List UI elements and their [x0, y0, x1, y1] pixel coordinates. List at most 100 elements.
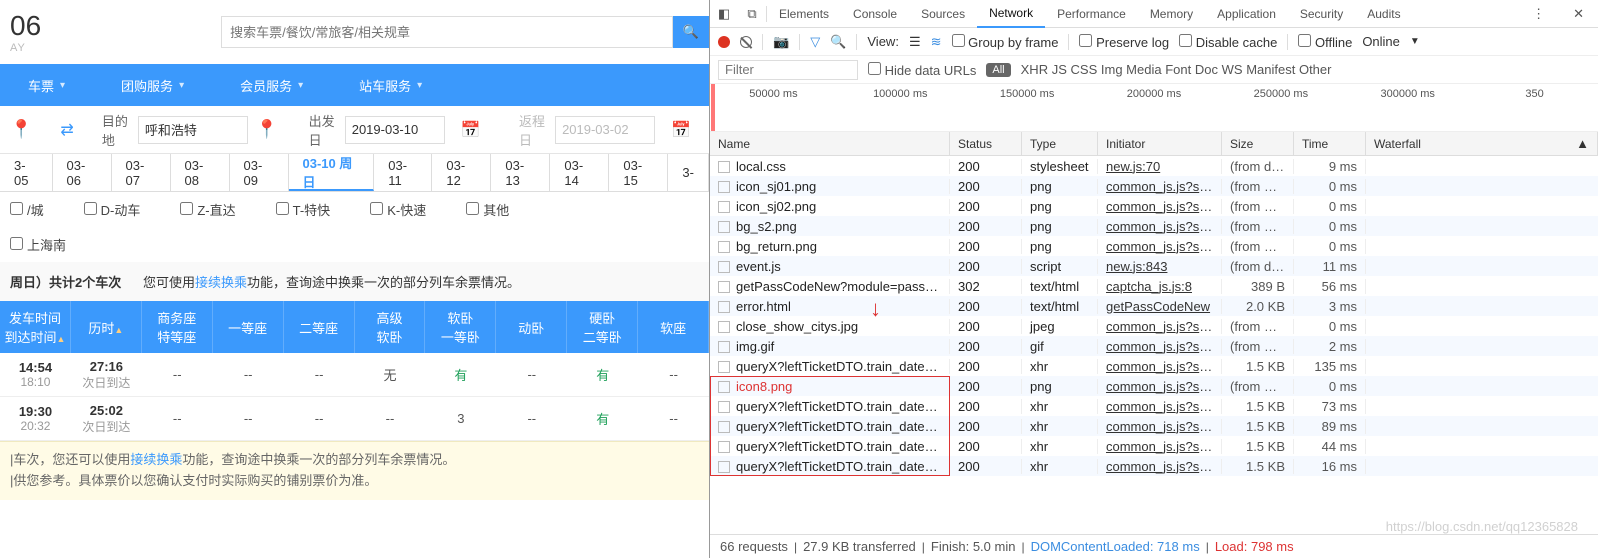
date-tab[interactable]: 03-06 [53, 154, 112, 191]
filter-checkbox[interactable]: T-特快 [276, 200, 331, 219]
column-header[interactable]: 高级软卧 [355, 301, 426, 353]
date-tab[interactable]: 03-07 [112, 154, 171, 191]
calendar-icon[interactable]: 📅 [453, 120, 489, 140]
device-icon[interactable]: ⧉ [738, 6, 766, 22]
network-request-row[interactable]: icon_sj02.png 200 png common_js.js?scri.… [710, 196, 1598, 216]
overview-icon[interactable]: ≋ [931, 34, 942, 50]
date-tab[interactable]: 03-10 周日 [289, 154, 375, 191]
swap-icon[interactable]: ⇄ [40, 120, 93, 140]
devtools-panel-tab[interactable]: Sources [909, 0, 977, 28]
throttle-select[interactable]: Online [1362, 34, 1400, 49]
column-header[interactable]: 发车时间到达时间▲ [0, 301, 71, 353]
network-request-row[interactable]: queryX?leftTicketDTO.train_date=201... 2… [710, 456, 1598, 476]
transfer-link[interactable]: 接续换乘 [195, 275, 247, 290]
date-tab[interactable]: 03-15 [609, 154, 668, 191]
search-icon[interactable]: 🔍 [830, 34, 846, 50]
devtools-panel-tab[interactable]: Memory [1138, 0, 1205, 28]
search-input[interactable] [221, 16, 673, 48]
devtools-panel-tab[interactable]: Performance [1045, 0, 1138, 28]
network-request-row[interactable]: close_show_citys.jpg 200 jpeg common_js.… [710, 316, 1598, 336]
network-request-row[interactable]: local.css 200 stylesheet new.js:70 (from… [710, 156, 1598, 176]
devtools-panel-tab[interactable]: Security [1288, 0, 1355, 28]
network-request-row[interactable]: icon_sj01.png 200 png common_js.js?scri.… [710, 176, 1598, 196]
train-row[interactable]: 14:5418:1027:16次日到达------无有--有-- [0, 353, 709, 397]
preserve-log-checkbox[interactable]: Preserve log [1079, 34, 1169, 50]
date-tab[interactable]: 03-13 [491, 154, 550, 191]
filter-checkbox[interactable]: Z-直达 [180, 200, 235, 219]
nav-item[interactable]: 车票 ▾ [0, 64, 93, 106]
filter-checkbox[interactable]: D-动车 [84, 200, 141, 219]
grid-header[interactable]: Initiator [1098, 132, 1222, 155]
grid-header[interactable]: Time [1294, 132, 1366, 155]
date-tab[interactable]: 3- [668, 154, 709, 191]
filter-category[interactable]: JS [1052, 62, 1067, 77]
filter-category[interactable]: Manifest [1246, 62, 1295, 77]
large-rows-icon[interactable]: ☰ [909, 34, 921, 50]
date-tab[interactable]: 03-08 [171, 154, 230, 191]
network-request-row[interactable]: bg_s2.png 200 png common_js.js?scri... (… [710, 216, 1598, 236]
search-button[interactable]: 🔍 [673, 16, 709, 48]
network-request-row[interactable]: getPassCodeNew?module=passenge... 302 te… [710, 276, 1598, 296]
dest-input[interactable] [138, 116, 248, 144]
filter-icon[interactable]: ▽ [810, 34, 820, 50]
ret-date-input[interactable] [555, 116, 655, 144]
record-button[interactable] [718, 36, 730, 48]
calendar-icon[interactable]: 📅 [663, 120, 699, 140]
column-header[interactable]: 历时▲ [71, 301, 142, 353]
filter-checkbox[interactable]: 其他 [466, 200, 509, 219]
transfer-link[interactable]: 接续换乘 [130, 452, 182, 467]
column-header[interactable]: 软卧一等卧 [425, 301, 496, 353]
devtools-panel-tab[interactable]: Network [977, 0, 1045, 28]
close-icon[interactable]: ✕ [1559, 6, 1598, 22]
column-header[interactable]: 硬卧二等卧 [567, 301, 638, 353]
camera-icon[interactable]: 📷 [773, 34, 789, 50]
date-tab[interactable]: 3-05 [0, 154, 53, 191]
filter-input[interactable] [718, 60, 858, 80]
grid-header[interactable]: Name [710, 132, 950, 155]
network-request-row[interactable]: queryX?leftTicketDTO.train_date=201... 2… [710, 436, 1598, 456]
offline-checkbox[interactable]: Offline [1298, 34, 1352, 50]
clear-button[interactable] [740, 36, 752, 48]
network-request-row[interactable]: queryX?leftTicketDTO.train_date=201... 2… [710, 356, 1598, 376]
grid-header[interactable]: Status [950, 132, 1022, 155]
devtools-panel-tab[interactable]: Elements [767, 0, 841, 28]
grid-header[interactable]: Type [1022, 132, 1098, 155]
chevron-down-icon[interactable]: ▼ [1410, 36, 1420, 47]
timeline-overview[interactable]: 50000 ms100000 ms150000 ms200000 ms25000… [710, 84, 1598, 132]
column-header[interactable]: 动卧 [496, 301, 567, 353]
date-tab[interactable]: 03-11 [374, 154, 432, 191]
train-row[interactable]: 19:3020:3225:02次日到达--------3--有-- [0, 397, 709, 441]
network-grid[interactable]: local.css 200 stylesheet new.js:70 (from… [710, 156, 1598, 534]
inspect-icon[interactable]: ◧ [710, 6, 738, 22]
network-request-row[interactable]: icon8.png 200 png common_js.js?scri... (… [710, 376, 1598, 396]
column-header[interactable]: 二等座 [284, 301, 355, 353]
devtools-panel-tab[interactable]: Audits [1355, 0, 1412, 28]
filter-checkbox[interactable]: 上海南 [10, 235, 66, 254]
network-request-row[interactable]: error.html 200 text/html getPassCodeNew … [710, 296, 1598, 316]
filter-category[interactable]: WS [1222, 62, 1243, 77]
devtools-panel-tab[interactable]: Console [841, 0, 909, 28]
nav-item[interactable]: 团购服务 ▾ [93, 64, 212, 106]
grid-header[interactable]: Size [1222, 132, 1294, 155]
network-request-row[interactable]: img.gif 200 gif common_js.js?scri... (fr… [710, 336, 1598, 356]
nav-item[interactable]: 会员服务 ▾ [212, 64, 331, 106]
network-request-row[interactable]: bg_return.png 200 png common_js.js?scri.… [710, 236, 1598, 256]
column-header[interactable]: 软座 [638, 301, 709, 353]
filter-category[interactable]: Media [1126, 62, 1161, 77]
group-by-frame-checkbox[interactable]: Group by frame [952, 34, 1059, 50]
disable-cache-checkbox[interactable]: Disable cache [1179, 34, 1277, 50]
hide-data-urls-checkbox[interactable]: Hide data URLs [868, 62, 976, 78]
dep-date-input[interactable] [345, 116, 445, 144]
network-request-row[interactable]: event.js 200 script new.js:843 (from dis… [710, 256, 1598, 276]
more-icon[interactable]: ⋮ [1518, 6, 1559, 22]
network-request-row[interactable]: queryX?leftTicketDTO.train_date=201... 2… [710, 416, 1598, 436]
date-tab[interactable]: 03-12 [432, 154, 491, 191]
filter-category[interactable]: XHR [1021, 62, 1048, 77]
network-request-row[interactable]: queryX?leftTicketDTO.train_date=201... 2… [710, 396, 1598, 416]
column-header[interactable]: 商务座特等座 [142, 301, 213, 353]
date-tab[interactable]: 03-14 [550, 154, 609, 191]
filter-checkbox[interactable]: /城 [10, 200, 44, 219]
nav-item[interactable]: 站车服务 ▾ [331, 64, 450, 106]
filter-category[interactable]: Doc [1195, 62, 1218, 77]
filter-category[interactable]: Font [1165, 62, 1191, 77]
